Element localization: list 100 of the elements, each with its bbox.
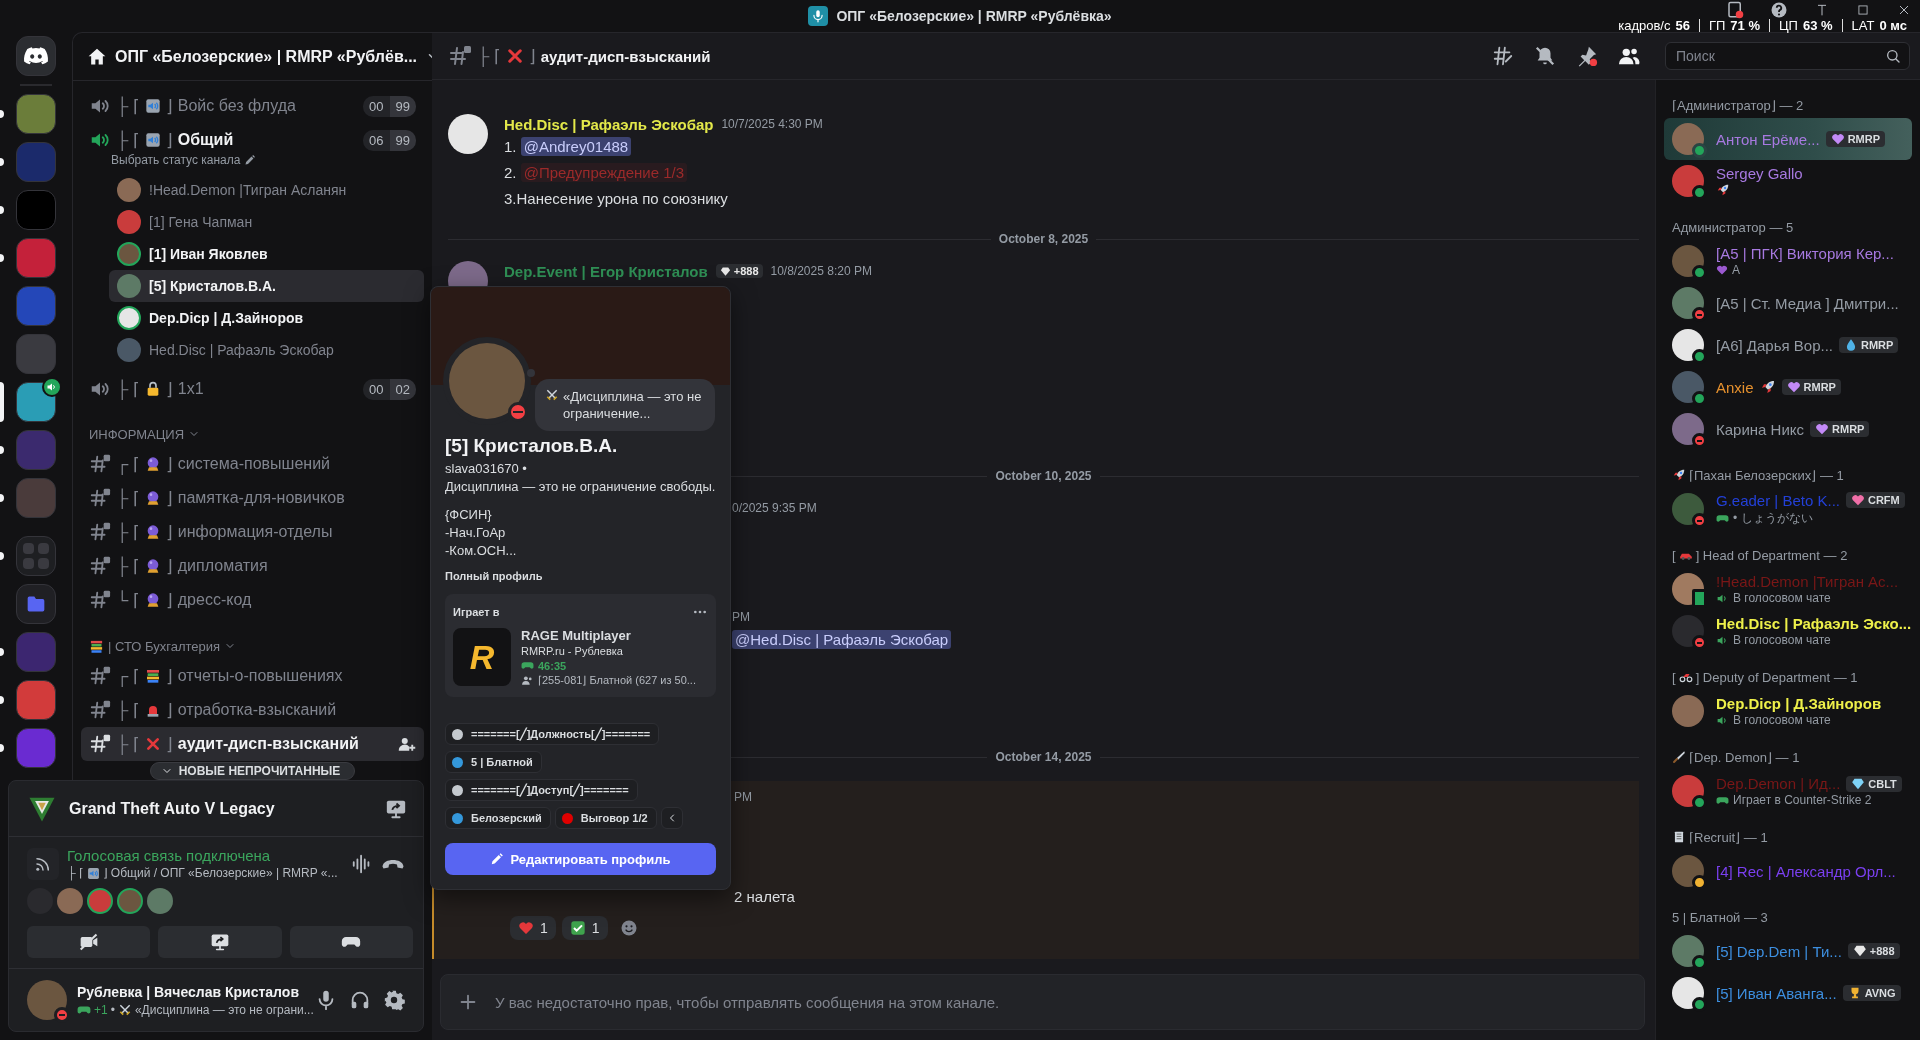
help-icon[interactable]: [1770, 1, 1788, 19]
voice-member[interactable]: [1] Иван Яковлев: [109, 238, 424, 270]
channel-prefix: ├ ⌈: [116, 378, 140, 400]
member-item[interactable]: [5] Dep.Dem | Ти... +888: [1664, 930, 1912, 972]
new-unread-button[interactable]: НОВЫЕ НЕПРОЧИТАННЫЕ: [149, 762, 356, 780]
member-avatar: [1672, 287, 1704, 319]
activity-heading: Играет в: [453, 606, 500, 618]
channel-prefix: ⌋: [165, 733, 173, 755]
message-composer[interactable]: У вас недостаточно прав, чтобы отправлять сообщения на этом канале.: [440, 974, 1645, 1030]
group-header: ⌈Dep. Demon⌋ — 1: [1689, 749, 1800, 765]
app-icon: [808, 6, 829, 26]
mute-bell-icon[interactable]: [1534, 45, 1556, 67]
maximize-icon[interactable]: [1856, 3, 1870, 17]
voice-member[interactable]: [5] Кристалов.В.А.: [109, 270, 424, 302]
member-avatar: [1672, 245, 1704, 277]
home-button[interactable]: [16, 36, 56, 76]
voice-channel[interactable]: ├ ⌈ ⌋ 1x1 00 02: [81, 372, 424, 406]
channel-prefix: ⌋: [528, 45, 536, 67]
voice-member[interactable]: [1] Гена Чапман: [109, 206, 424, 238]
group-header: ] Head of Department — 2: [1695, 547, 1848, 563]
member-item[interactable]: Hed.Disc | Рафаэль Эско... В голосовом чате: [1664, 610, 1912, 652]
pencil-icon[interactable]: [244, 154, 257, 166]
heart-icon: [1716, 264, 1728, 276]
books-icon: [89, 638, 104, 654]
full-profile-link[interactable]: Полный профиль: [445, 570, 716, 582]
screen-share-button[interactable]: [158, 926, 282, 958]
camera-button[interactable]: [27, 926, 151, 958]
member-name: G.eader | Beto K...: [1716, 491, 1840, 509]
bio-line: {ФСИН}: [445, 506, 493, 524]
cross-mark-icon: [505, 47, 524, 65]
speaker-emoji-icon: [144, 132, 161, 148]
voice-member[interactable]: Hed.Disc | Рафаэль Эскобар: [109, 334, 424, 366]
search-field[interactable]: Поиск: [1665, 42, 1910, 70]
voice-member[interactable]: Dep.Dicp | Д.Зайноров: [109, 302, 424, 334]
text-channel[interactable]: ┌ ⌈ ⌋ система-повышений: [81, 447, 424, 481]
server-tag-badge: RMRP: [1810, 421, 1870, 437]
member-name: Sergey Gallo: [1716, 165, 1803, 182]
server-icon[interactable]: [16, 382, 56, 422]
window-title: ОПГ «Белозерские» | RMRP «Рублёвка»: [836, 8, 1112, 24]
server-tag-badge: +888: [1847, 943, 1900, 959]
member-item[interactable]: Anxie RMRP: [1664, 366, 1912, 408]
crossed-swords-icon: [545, 388, 559, 402]
server-icon[interactable]: [16, 94, 56, 134]
text-channel[interactable]: ├ ⌈ ⌋ памятка-для-новичков: [81, 481, 424, 515]
collapse-roles-button[interactable]: [660, 807, 683, 829]
message-text: 3.Нанесение урона по союзнику: [504, 190, 728, 207]
channel-prefix: ⌋: [165, 521, 173, 543]
reaction-button[interactable]: 1: [510, 916, 556, 940]
elapsed-time: 46:35: [538, 659, 567, 672]
list-number: 2.: [504, 164, 518, 181]
recording-icon[interactable]: [1726, 1, 1744, 19]
group-header: ] Deputy of Department — 1: [1695, 669, 1858, 685]
headphones-icon[interactable]: [349, 989, 371, 1011]
voice-channel[interactable]: ├ ⌈ ⌋ Войс без флуда 00 99: [81, 89, 424, 123]
voice-member[interactable]: !Head.Demon |Тигран Асланян: [109, 174, 424, 206]
pin-icon[interactable]: [1576, 45, 1598, 67]
stat-label: кадров/с: [1618, 19, 1671, 32]
member-item[interactable]: Dep.Demon | Ид... CBLT Играет в Counter-Strike 2: [1664, 770, 1912, 812]
text-channel[interactable]: ┌ ⌈ ⌋ отчеты-о-повышениях: [81, 659, 424, 693]
member-item[interactable]: Карина Никс RMRP: [1664, 408, 1912, 450]
channel-title: аудит-дисп-взысканий: [540, 47, 711, 65]
server-icon[interactable]: [16, 680, 56, 720]
member-item[interactable]: Dep.Dicp | Д.Зайноров В голосовом чате: [1664, 690, 1912, 732]
stat-label: ГП: [1708, 19, 1726, 32]
add-member-icon[interactable]: [398, 735, 416, 753]
reaction-button[interactable]: 1: [561, 916, 608, 940]
search-input[interactable]: Поиск: [1674, 47, 1885, 65]
member-item[interactable]: G.eader | Beto K... CRFM • しょうがない: [1664, 488, 1912, 530]
text-channel[interactable]: ├ ⌈ ⌋ дипломатия: [81, 549, 424, 583]
activities-button[interactable]: [289, 926, 413, 958]
list-number: 1.: [504, 138, 518, 155]
text-channel-icon: [89, 589, 111, 611]
message-timestamp: 0/2025 9:35 PM: [732, 500, 818, 517]
folder-button[interactable]: [16, 584, 56, 624]
channel-prefix: ⌋: [165, 453, 173, 475]
member-item[interactable]: Антон Ерёме... RMRP: [1664, 118, 1912, 160]
connection-signal-icon: [27, 847, 59, 880]
game-name: RAGE Multiplayer: [521, 628, 632, 643]
member-name: Dep.Dicp | Д.Зайноров: [1716, 695, 1882, 712]
member-item[interactable]: [А5 | ПГК] Виктория Кер... A: [1664, 240, 1912, 282]
member-item[interactable]: !Head.Demon |Тигран Ас... В голосовом чате: [1664, 568, 1912, 610]
edit-profile-button[interactable]: Редактировать профиль: [445, 843, 716, 875]
bio-line: -Ком.ОСН...: [445, 542, 518, 560]
text-channel[interactable]: └ ⌈ ⌋ дресс-код: [81, 583, 424, 617]
threads-icon[interactable]: [1492, 45, 1514, 67]
member-item[interactable]: Sergey Gallo: [1664, 160, 1912, 202]
member-activity: В голосовом чате: [1733, 591, 1831, 605]
user-mention[interactable]: @Hed.Disc | Рафаэль Эскобар: [732, 630, 952, 649]
channel-name: отчеты-о-повышениях: [177, 667, 343, 685]
settings-icon[interactable]: [383, 989, 405, 1011]
text-channel[interactable]: ├ ⌈ ⌋ информация-отделы: [81, 515, 424, 549]
member-item[interactable]: [5] Иван Аванга... AVNG: [1664, 972, 1912, 1014]
member-item[interactable]: [А5 | Ст. Медиа ] Дмитри...: [1664, 282, 1912, 324]
member-item[interactable]: [А6] Дарья Вор... RMRP: [1664, 324, 1912, 366]
message-input[interactable]: У вас недостаточно прав, чтобы отправлять сообщения на этом канале.: [493, 992, 1628, 1012]
text-channel[interactable]: ├ ⌈ ⌋ аудит-дисп-взысканий: [81, 727, 424, 761]
text-channel[interactable]: ├ ⌈ ⌋ отработка-взысканий: [81, 693, 424, 727]
server-icon[interactable]: [16, 238, 56, 278]
user-mention[interactable]: @Andrey01488: [520, 137, 632, 156]
text-channel-icon: [89, 733, 111, 755]
